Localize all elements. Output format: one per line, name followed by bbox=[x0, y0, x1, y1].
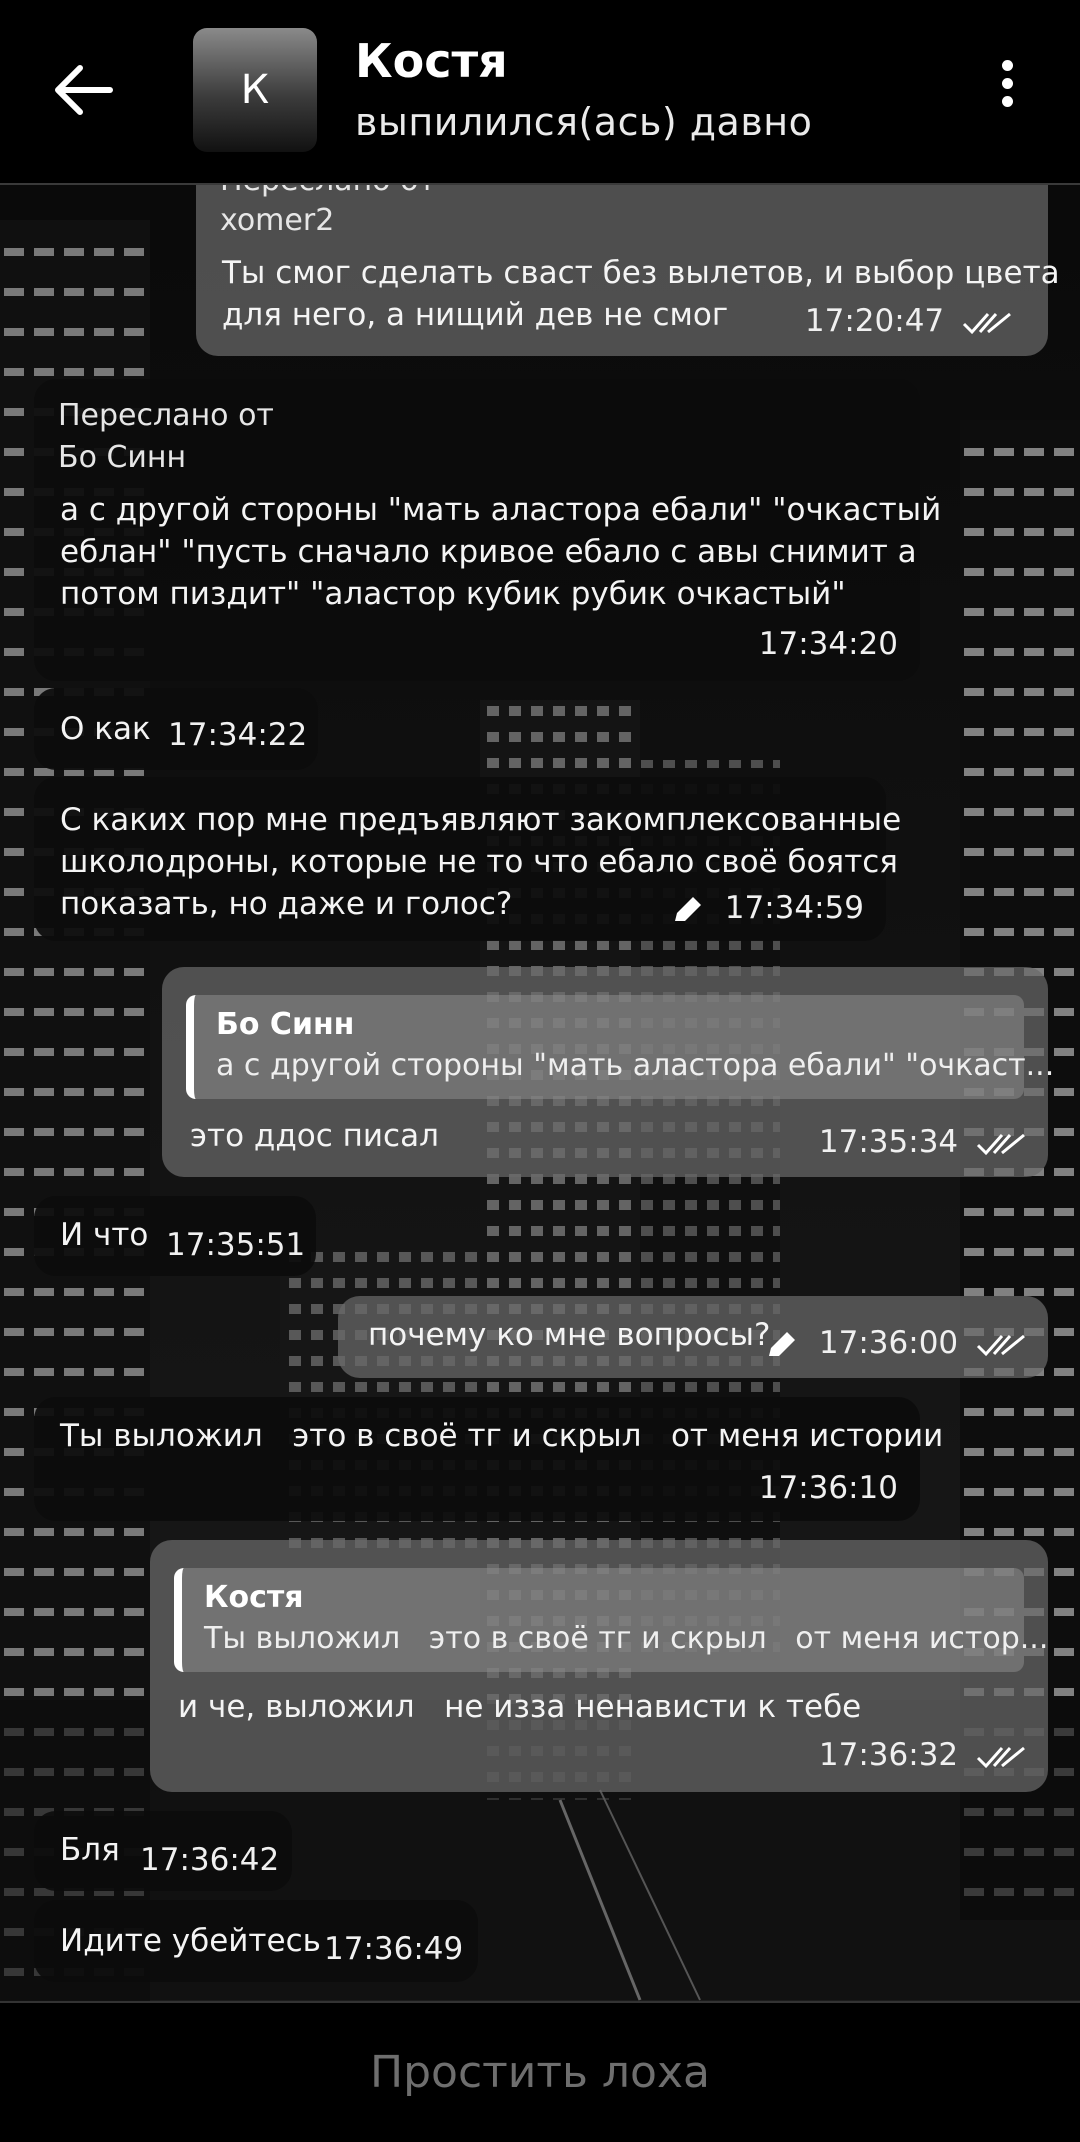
chat-status: выпилился(ась) давно bbox=[355, 100, 813, 144]
message-bubble[interactable]: Идите убейтесь 17:36:49 bbox=[34, 1900, 478, 1982]
reply-text: Ты выложил это в своё тг и скрыл от меня… bbox=[204, 1621, 1049, 1656]
message-time: 17:34:59 bbox=[724, 890, 864, 926]
message-text-line: Ты смог сделать сваст без вылетов, и выб… bbox=[222, 255, 1060, 291]
message-bubble[interactable]: Бля 17:36:42 bbox=[34, 1811, 292, 1891]
read-check-icon bbox=[962, 312, 1011, 334]
message-bubble[interactable]: С каких пор мне предъявляют закомплексов… bbox=[34, 777, 901, 941]
message-meta: 17:36:00 bbox=[765, 1322, 1026, 1364]
forward-from[interactable]: xomer2 bbox=[220, 200, 334, 242]
reply-text: а с другой стороны "мать аластора ебали"… bbox=[216, 1048, 1055, 1083]
message-time: 17:34:20 bbox=[758, 626, 898, 662]
chat-title[interactable]: Костя bbox=[355, 34, 508, 88]
read-check-icon bbox=[976, 1746, 1025, 1768]
message-bubble[interactable]: Бо Синн а с другой стороны "мать аластор… bbox=[162, 967, 1055, 1177]
forgive-button[interactable]: Простить лоха bbox=[370, 2047, 710, 2098]
message-time: 17:20:47 bbox=[804, 303, 945, 339]
message-bubble[interactable]: О как 17:34:22 bbox=[34, 688, 318, 770]
message-bubble[interactable]: Ты выложил это в своё тг и скрыл от меня… bbox=[34, 1397, 943, 1521]
message-time: 17:34:22 bbox=[168, 717, 308, 753]
avatar[interactable]: К bbox=[193, 28, 317, 152]
message-bubble[interactable]: Переслано от Бо Синн а с другой стороны … bbox=[34, 379, 941, 681]
message-text-line: показать, но даже и голос? bbox=[60, 886, 513, 922]
message-text: и че, выложил не изза ненависти к тебе bbox=[178, 1689, 862, 1725]
chat-header: К Костя выпилился(ась) давно bbox=[0, 0, 1080, 185]
message-meta: 17:20:47 bbox=[805, 300, 1012, 342]
message-text: Идите убейтесь bbox=[60, 1923, 321, 1959]
message-meta: 17:35:34 bbox=[819, 1121, 1026, 1163]
message-text: О как bbox=[60, 711, 151, 747]
reply-author: Костя bbox=[204, 1580, 304, 1615]
message-time: 17:36:00 bbox=[818, 1325, 959, 1361]
message-text-line: для него, а нищий дев не смог bbox=[222, 297, 729, 333]
reply-quote[interactable]: Костя Ты выложил это в своё тг и скрыл о… bbox=[174, 1568, 1049, 1672]
message-text: И что bbox=[60, 1217, 149, 1253]
forward-label: Переслано от bbox=[58, 398, 274, 433]
reply-author: Бо Синн bbox=[216, 1007, 355, 1042]
message-bubble[interactable]: Костя Ты выложил это в своё тг и скрыл о… bbox=[150, 1540, 1048, 1792]
message-text: почему ко мне вопросы? bbox=[368, 1317, 771, 1353]
message-time: 17:35:34 bbox=[818, 1124, 959, 1160]
message-meta: 17:34:59 bbox=[671, 887, 864, 929]
edited-pencil-icon bbox=[769, 1331, 796, 1356]
message-time: 17:36:10 bbox=[758, 1470, 898, 1506]
message-time: 17:35:51 bbox=[166, 1227, 306, 1263]
message-time: 17:36:32 bbox=[818, 1737, 959, 1773]
read-check-icon bbox=[976, 1334, 1025, 1356]
reply-quote[interactable]: Бо Синн а с другой стороны "мать аластор… bbox=[186, 995, 1055, 1099]
message-bubble[interactable]: почему ко мне вопросы? 17:36:00 bbox=[338, 1296, 1048, 1378]
message-text: это ддос писал bbox=[190, 1118, 439, 1154]
message-text-line: школодроны, которые не то что ебало своё… bbox=[60, 844, 898, 880]
back-arrow-icon[interactable] bbox=[48, 58, 118, 122]
more-options-icon[interactable] bbox=[990, 60, 1024, 120]
message-text-line: а с другой стороны "мать аластора ебали"… bbox=[60, 492, 942, 528]
avatar-letter: К bbox=[240, 67, 270, 113]
bottom-action-bar: Простить лоха bbox=[0, 2001, 1080, 2142]
message-text-line: еблан" "пусть сначало кривое ебало с авы… bbox=[60, 534, 917, 570]
message-text-line: потом пиздит" "аластор кубик рубик очкас… bbox=[60, 576, 846, 612]
message-time: 17:36:42 bbox=[140, 1842, 280, 1878]
message-meta: 17:36:32 bbox=[819, 1734, 1026, 1776]
message-text: Бля bbox=[60, 1832, 120, 1868]
message-time: 17:36:49 bbox=[324, 1931, 464, 1967]
message-text: Ты выложил это в своё тг и скрыл от меня… bbox=[60, 1418, 944, 1454]
message-text-line: С каких пор мне предъявляют закомплексов… bbox=[60, 802, 902, 838]
read-check-icon bbox=[976, 1133, 1025, 1155]
edited-pencil-icon bbox=[674, 896, 701, 921]
forward-from[interactable]: Бо Синн bbox=[58, 437, 186, 479]
message-bubble[interactable]: И что 17:35:51 bbox=[34, 1196, 316, 1276]
